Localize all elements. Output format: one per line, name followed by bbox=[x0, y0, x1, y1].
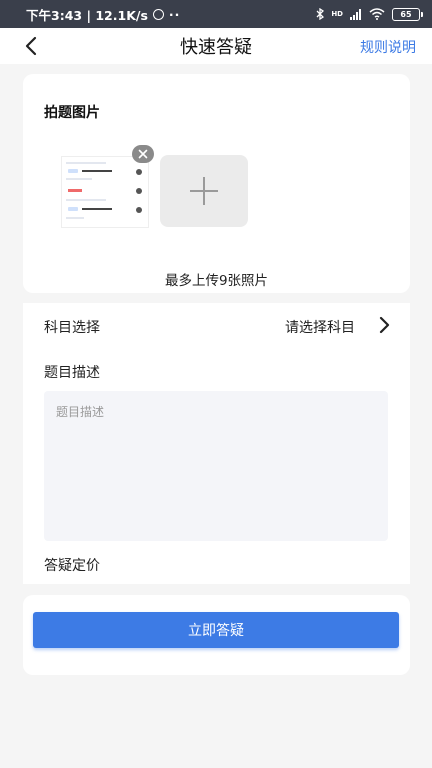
submit-question-button[interactable]: 立即答疑 bbox=[33, 612, 399, 648]
alarm-icon bbox=[152, 8, 164, 20]
subject-label: 科目选择 bbox=[44, 320, 100, 336]
question-form: 科目选择 请选择科目 题目描述 答疑定价 bbox=[23, 303, 410, 584]
back-arrow-icon[interactable] bbox=[20, 34, 44, 58]
subject-select-row[interactable]: 科目选择 请选择科目 bbox=[23, 303, 410, 349]
photo-thumbnail[interactable] bbox=[61, 156, 149, 228]
battery-level: 65 bbox=[400, 9, 412, 19]
top-nav-bar: 快速答疑 规则说明 bbox=[0, 28, 432, 64]
description-label: 题目描述 bbox=[44, 365, 100, 381]
close-icon bbox=[138, 149, 148, 159]
upload-limit-hint: 最多上传9张照片 bbox=[164, 273, 269, 289]
status-time-speed: 下午3:43 | 12.1K/s bbox=[26, 7, 148, 23]
photo-upload-card: 拍题图片 最多上传9张照片 bbox=[23, 74, 410, 293]
signal-icon bbox=[350, 8, 361, 20]
network-type: HD bbox=[331, 10, 343, 18]
submit-card: 立即答疑 bbox=[23, 595, 410, 675]
page-title: 快速答疑 bbox=[180, 37, 252, 58]
description-input[interactable] bbox=[44, 391, 388, 541]
status-bar: 下午3:43 | 12.1K/s ·· HD 65 bbox=[0, 0, 432, 28]
chevron-right-icon bbox=[379, 316, 390, 334]
subject-value: 请选择科目 bbox=[285, 320, 355, 336]
battery-icon: 65 bbox=[392, 7, 423, 21]
notification-dots: ·· bbox=[168, 6, 181, 22]
wifi-icon bbox=[369, 8, 385, 20]
remove-photo-button[interactable] bbox=[132, 145, 154, 163]
plus-icon bbox=[190, 177, 218, 205]
rules-link[interactable]: 规则说明 bbox=[360, 37, 416, 57]
add-photo-button[interactable] bbox=[160, 155, 248, 227]
photo-section-title: 拍题图片 bbox=[44, 105, 100, 121]
price-label: 答疑定价 bbox=[44, 558, 100, 574]
bluetooth-icon bbox=[316, 8, 325, 20]
